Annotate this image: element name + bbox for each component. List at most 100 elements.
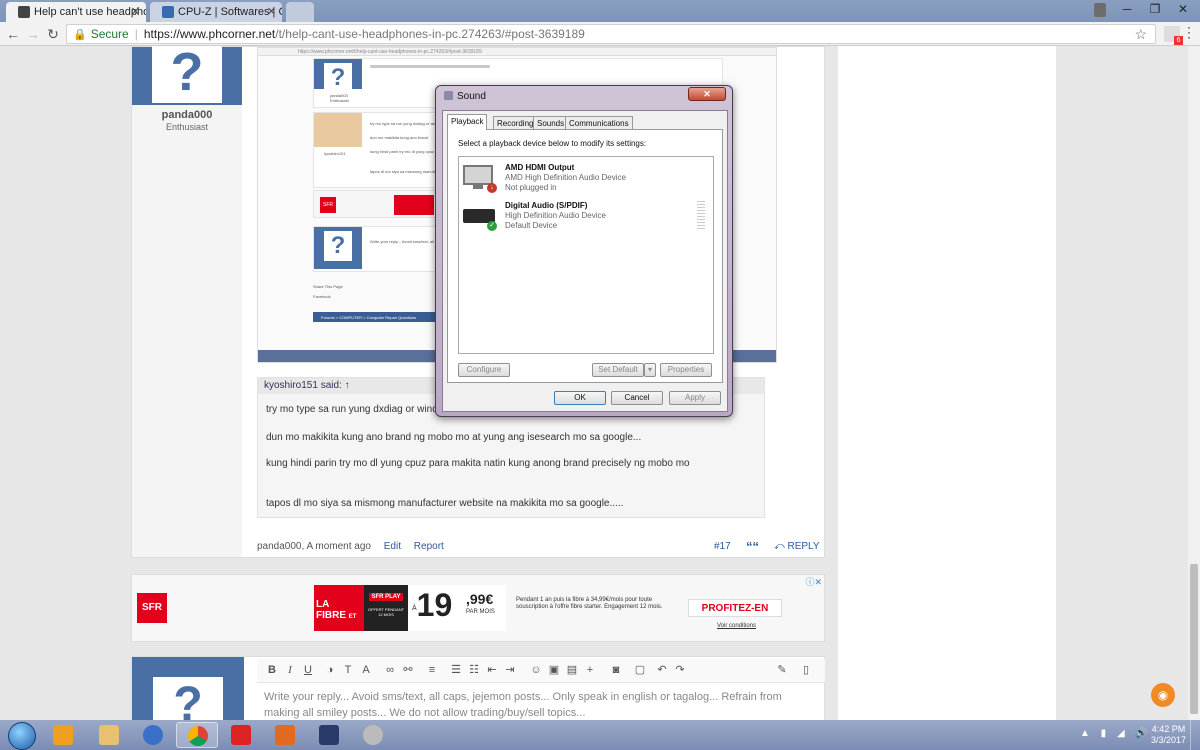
forward-icon[interactable]: → <box>24 25 42 43</box>
tab-title: Help can't use headphon <box>34 6 146 18</box>
scrollbar-thumb[interactable] <box>1190 564 1198 714</box>
undo-icon[interactable]: ↶ <box>655 663 669 677</box>
tab-help-headphones[interactable]: Help can't use headphon ✕ <box>6 2 146 22</box>
folder-icon <box>99 725 119 745</box>
link-icon[interactable]: ∞ <box>383 663 397 677</box>
clock-time: 4:42 PM <box>1151 724 1186 734</box>
unlink-icon[interactable]: ⚯ <box>401 663 415 677</box>
taskbar-game[interactable] <box>220 722 262 748</box>
extension-icon[interactable]: 6 <box>1164 26 1183 45</box>
source-icon[interactable]: ▯ <box>799 663 813 677</box>
default-checkmark-icon: ✓ <box>487 221 497 231</box>
dialog-body: Playback Recording Sounds Communications… <box>442 110 728 412</box>
clock-date: 3/3/2017 <box>1150 735 1186 745</box>
windows-orb-icon <box>8 722 36 750</box>
edit-link[interactable]: Edit <box>384 541 401 552</box>
taskbar-explorer[interactable] <box>88 722 130 748</box>
apply-button[interactable]: Apply <box>669 391 721 405</box>
configure-button[interactable]: Configure <box>458 363 510 377</box>
device-item-spdif[interactable]: ✓ Digital Audio (S/PDIF) High Definition… <box>461 199 711 235</box>
taskbar-media-player[interactable] <box>42 722 84 748</box>
smilie-icon[interactable]: ☺ <box>529 663 543 677</box>
ad-conditions-link[interactable]: Voir conditions <box>717 623 756 629</box>
close-tab-icon[interactable]: ✕ <box>267 2 276 22</box>
mini-avatar-icon: ? <box>324 63 352 93</box>
close-icon[interactable]: ✕ <box>688 87 726 101</box>
cancel-button[interactable]: Cancel <box>611 391 663 405</box>
ad-price-int: 19 <box>416 587 453 623</box>
image-icon[interactable]: ▣ <box>547 663 561 677</box>
avatar[interactable]: ? <box>132 46 242 105</box>
url-input[interactable]: 🔒 Secure | https://www.phcorner.net/t/help-… <box>66 24 1156 44</box>
chat-icon[interactable]: ◉ <box>1151 683 1175 707</box>
new-tab-button[interactable] <box>286 2 314 22</box>
taskbar-disc[interactable] <box>352 722 394 748</box>
taskbar-chrome[interactable] <box>176 722 218 748</box>
bullet-list-icon[interactable]: ☰ <box>449 663 463 677</box>
tab-recording[interactable]: Recording <box>493 116 538 130</box>
address-toolbar: ← → ↻ 🔒 Secure | https://www.phcorner.net/t… <box>0 22 1200 46</box>
taskbar-app-orange[interactable] <box>264 722 306 748</box>
tray-icons[interactable]: ▲ ▮ ◢ 🔊 <box>1080 728 1152 739</box>
media-icon[interactable]: ▤ <box>565 663 579 677</box>
set-default-button[interactable]: Set Default <box>592 363 644 377</box>
maximize-icon[interactable]: ❐ <box>1142 0 1168 18</box>
report-link[interactable]: Report <box>414 541 444 552</box>
sfr-advert[interactable]: SFR LA FIBRE ET SFR PLAY OFFERT PENDANT 12… <box>131 574 825 642</box>
reply-button[interactable]: ⤺ REPLY <box>774 541 820 552</box>
back-icon[interactable]: ← <box>4 25 22 43</box>
underline-icon[interactable]: U <box>301 663 315 677</box>
device-list[interactable]: ↓ AMD HDMI Output AMD High Definition Au… <box>458 156 714 354</box>
post-user-title: Enthusiast <box>165 122 209 132</box>
bold-icon[interactable]: B <box>265 663 279 677</box>
indent-icon[interactable]: ⇥ <box>503 663 517 677</box>
eraser-icon[interactable]: ✎ <box>775 663 789 677</box>
tab-playback[interactable]: Playback <box>447 114 488 130</box>
mini-text: kung hindi parin try mo dl yung cpuz <box>370 149 435 154</box>
align-icon[interactable]: ≡ <box>425 663 439 677</box>
taskbar-network[interactable] <box>132 722 174 748</box>
reload-icon[interactable]: ↻ <box>44 25 62 43</box>
tab-sounds[interactable]: Sounds <box>533 116 569 130</box>
show-desktop-button[interactable] <box>1190 720 1200 750</box>
device-driver: High Definition Audio Device <box>505 211 606 220</box>
close-window-icon[interactable]: ✕ <box>1170 0 1196 18</box>
quote-icon[interactable]: ““ <box>746 539 759 554</box>
outdent-icon[interactable]: ⇤ <box>485 663 499 677</box>
adchoices-icon[interactable]: ⓘ✕ <box>805 575 822 588</box>
color-icon[interactable]: ◑ <box>323 663 337 677</box>
ad-price-dec: ,99€ <box>466 591 494 607</box>
browser-menu-icon[interactable]: ⋮ <box>1182 24 1196 41</box>
redo-icon[interactable]: ↷ <box>673 663 687 677</box>
numbered-list-icon[interactable]: ☷ <box>467 663 481 677</box>
ad-cta-button[interactable]: PROFITEZ-EN <box>688 599 782 617</box>
post-number[interactable]: #17 <box>714 541 731 552</box>
bookmark-star-icon[interactable]: ☆ <box>1134 25 1147 43</box>
reply-editor: ? B I U ◑ T A ∞ ⚯ ≡ ☰ ☷ ⇤ ⇥ ☺ ▣ ▤ + ◙ ▢ … <box>131 656 825 720</box>
font-icon[interactable]: A <box>359 663 373 677</box>
mini-avatar-photo <box>314 113 362 147</box>
clock[interactable]: 4:42 PM 3/3/2017 <box>1151 724 1186 746</box>
taskbar-window-switcher[interactable] <box>308 722 350 748</box>
set-default-dropdown-icon[interactable]: ▾ <box>644 363 656 377</box>
page-scrollbar[interactable] <box>1188 46 1200 720</box>
system-tray: ▲ ▮ ◢ 🔊 4:42 PM 3/3/2017 <box>1080 720 1200 750</box>
properties-button[interactable]: Properties <box>660 363 712 377</box>
reply-input[interactable]: Write your reply... Avoid sms/text, all … <box>264 689 820 720</box>
tab-cpu-z[interactable]: CPU-Z | Softwares | CPUI ✕ <box>150 2 282 22</box>
insert-icon[interactable]: + <box>583 663 597 677</box>
device-status: Not plugged in <box>505 183 557 192</box>
device-item-hdmi[interactable]: ↓ AMD HDMI Output AMD High Definition Au… <box>461 161 711 197</box>
close-tab-icon[interactable]: ✕ <box>131 2 140 22</box>
text-size-icon[interactable]: T <box>341 663 355 677</box>
minimize-icon[interactable]: ─ <box>1114 0 1140 18</box>
profile-chip[interactable] <box>1094 3 1106 17</box>
camera-icon[interactable]: ◙ <box>609 663 623 677</box>
ok-button[interactable]: OK <box>554 391 606 405</box>
italic-icon[interactable]: I <box>283 663 297 677</box>
post-author-time[interactable]: panda000, A moment ago <box>257 541 371 552</box>
start-button[interactable] <box>2 721 42 750</box>
post-username[interactable]: panda000 <box>132 109 242 121</box>
save-draft-icon[interactable]: ▢ <box>633 663 647 677</box>
tab-communications[interactable]: Communications <box>565 116 633 130</box>
